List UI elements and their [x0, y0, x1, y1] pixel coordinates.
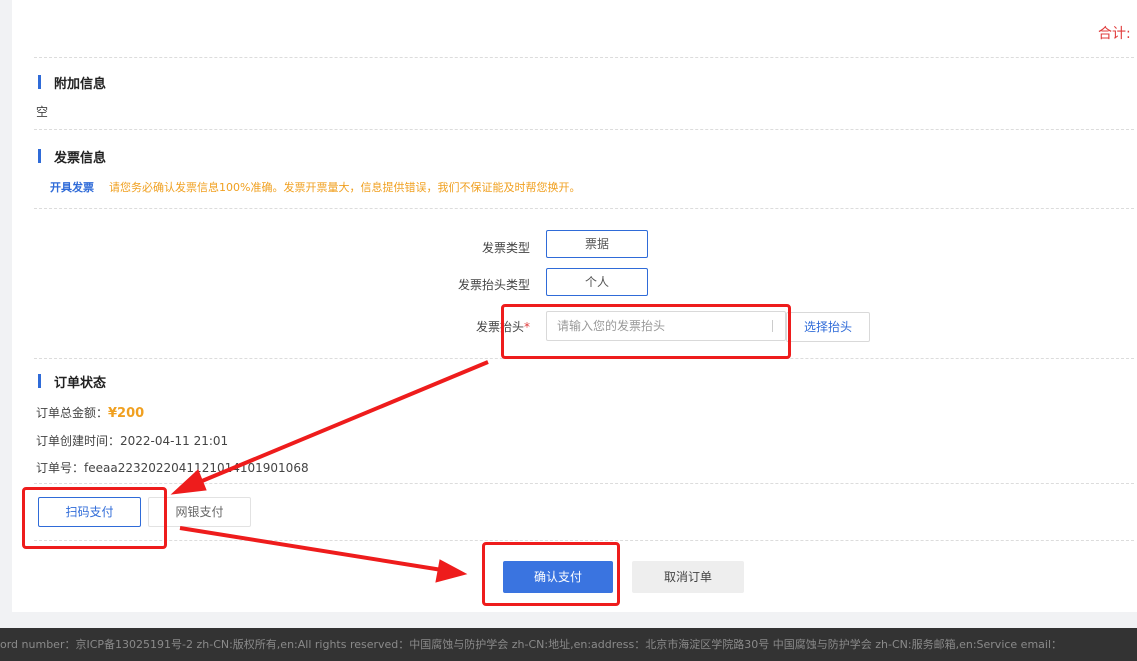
annotation-arrows — [170, 360, 489, 583]
annotation-arrow — [179, 526, 468, 583]
site-footer: ord number：京ICP备13025191号-2 zh-CN:版权所有,e… — [0, 628, 1137, 661]
annotation-arrow — [170, 360, 489, 495]
footer-text: ord number：京ICP备13025191号-2 zh-CN:版权所有,e… — [0, 638, 1063, 651]
